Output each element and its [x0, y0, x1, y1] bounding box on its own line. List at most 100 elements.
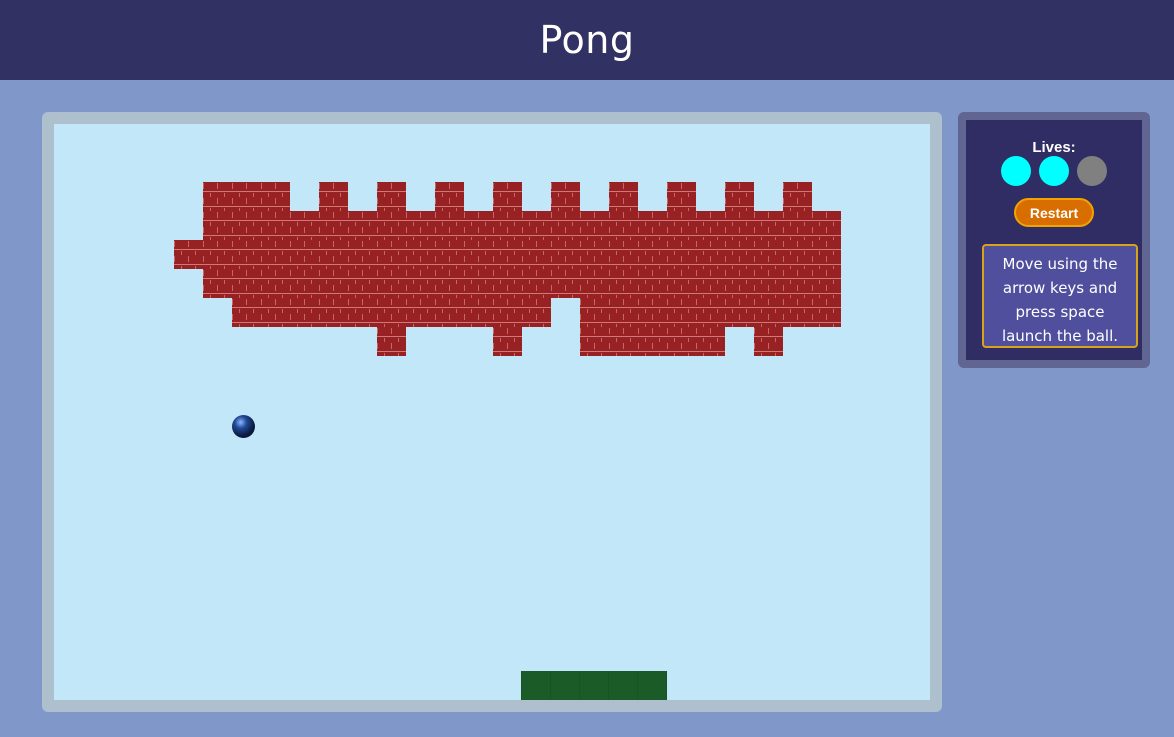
- brick: [725, 182, 754, 197]
- brick: [638, 269, 667, 284]
- brick: [232, 211, 261, 226]
- lives-indicator: [966, 156, 1142, 186]
- brick: [609, 298, 638, 313]
- brick: [696, 225, 725, 240]
- brick: [319, 182, 348, 197]
- brick: [812, 211, 841, 226]
- brick: [435, 312, 464, 327]
- brick: [754, 269, 783, 284]
- brick: [783, 312, 812, 327]
- brick: [783, 283, 812, 298]
- brick: [638, 254, 667, 269]
- brick: [667, 254, 696, 269]
- brick: [377, 327, 406, 342]
- brick: [638, 283, 667, 298]
- brick: [174, 240, 203, 255]
- brick: [522, 240, 551, 255]
- brick: [203, 225, 232, 240]
- brick: [203, 196, 232, 211]
- brick: [435, 254, 464, 269]
- brick: [667, 283, 696, 298]
- brick: [174, 254, 203, 269]
- brick: [261, 283, 290, 298]
- brick: [638, 240, 667, 255]
- app-header: Pong: [0, 0, 1174, 80]
- brick: [754, 240, 783, 255]
- brick: [319, 196, 348, 211]
- brick: [609, 327, 638, 342]
- brick: [783, 269, 812, 284]
- brick: [725, 196, 754, 211]
- game-board[interactable]: [54, 124, 930, 700]
- brick: [609, 182, 638, 197]
- paddle[interactable]: [521, 671, 667, 700]
- brick: [377, 312, 406, 327]
- brick: [551, 269, 580, 284]
- brick: [667, 312, 696, 327]
- brick: [493, 283, 522, 298]
- brick: [377, 225, 406, 240]
- brick: [725, 225, 754, 240]
- brick: [754, 283, 783, 298]
- brick: [290, 225, 319, 240]
- brick: [638, 327, 667, 342]
- brick: [580, 341, 609, 356]
- brick: [261, 269, 290, 284]
- brick: [638, 341, 667, 356]
- brick: [638, 312, 667, 327]
- brick: [754, 254, 783, 269]
- brick: [812, 225, 841, 240]
- brick: [725, 298, 754, 313]
- brick: [812, 269, 841, 284]
- brick: [290, 269, 319, 284]
- brick: [464, 225, 493, 240]
- brick: [232, 240, 261, 255]
- brick: [609, 341, 638, 356]
- brick: [319, 240, 348, 255]
- restart-button[interactable]: Restart: [1014, 198, 1094, 227]
- brick: [696, 283, 725, 298]
- brick: [319, 211, 348, 226]
- brick: [667, 211, 696, 226]
- brick: [812, 240, 841, 255]
- brick: [551, 211, 580, 226]
- brick: [580, 298, 609, 313]
- brick: [203, 254, 232, 269]
- brick: [580, 211, 609, 226]
- brick: [464, 211, 493, 226]
- brick: [377, 182, 406, 197]
- brick: [609, 196, 638, 211]
- life-full-icon: [1001, 156, 1031, 186]
- brick: [406, 269, 435, 284]
- brick: [667, 341, 696, 356]
- brick: [435, 240, 464, 255]
- brick: [406, 254, 435, 269]
- brick: [609, 269, 638, 284]
- brick: [348, 283, 377, 298]
- brick: [725, 211, 754, 226]
- brick: [203, 182, 232, 197]
- brick: [261, 254, 290, 269]
- brick: [522, 211, 551, 226]
- game-board-frame: [42, 112, 942, 712]
- brick: [406, 240, 435, 255]
- life-full-icon: [1039, 156, 1069, 186]
- brick: [580, 240, 609, 255]
- brick: [261, 182, 290, 197]
- brick: [696, 298, 725, 313]
- brick: [783, 211, 812, 226]
- brick: [435, 211, 464, 226]
- brick: [580, 283, 609, 298]
- brick: [435, 283, 464, 298]
- brick: [696, 211, 725, 226]
- brick: [812, 298, 841, 313]
- brick: [319, 312, 348, 327]
- lives-label: Lives:: [1032, 139, 1076, 156]
- brick: [580, 327, 609, 342]
- brick: [638, 225, 667, 240]
- brick: [464, 254, 493, 269]
- brick: [667, 196, 696, 211]
- brick: [580, 254, 609, 269]
- brick: [696, 240, 725, 255]
- brick: [435, 225, 464, 240]
